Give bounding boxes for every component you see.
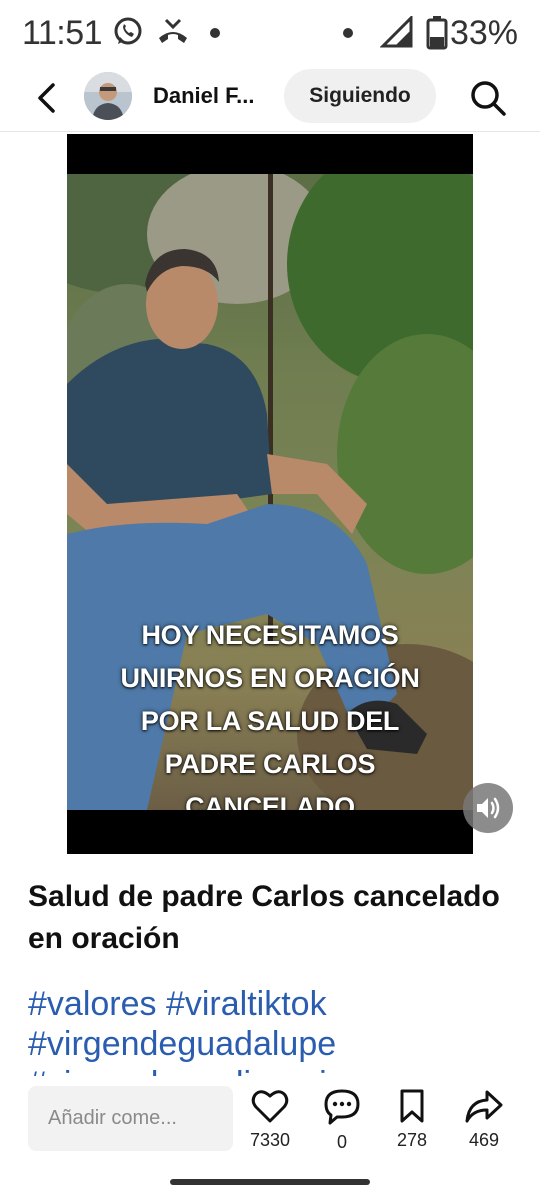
like-button[interactable]: 7330 xyxy=(242,1088,298,1151)
like-count: 7330 xyxy=(249,1130,291,1150)
comment-count: 0 xyxy=(336,1132,347,1152)
dot-icon xyxy=(209,26,221,44)
hashtag-link[interactable]: #virgendeguadalupe xyxy=(28,1024,528,1064)
dot-icon xyxy=(342,26,354,44)
comment-button[interactable]: 0 xyxy=(314,1088,370,1153)
heart-icon xyxy=(251,1090,289,1123)
whatsapp-icon xyxy=(112,16,144,53)
battery-level: 33% xyxy=(449,14,518,52)
overlay-line: HOY NECESITAMOS xyxy=(141,620,399,650)
overlay-line: POR LA SALUD DEL xyxy=(140,706,400,736)
post-title: Salud de padre Carlos cancelado en oraci… xyxy=(28,880,500,955)
share-count: 469 xyxy=(468,1130,500,1150)
share-icon xyxy=(465,1090,503,1123)
chevron-left-icon xyxy=(38,83,55,113)
bottom-action-bar: Añadir come... 7330 0 278 469 xyxy=(0,1076,540,1200)
overlay-line: PADRE CARLOS xyxy=(164,749,376,779)
video-player[interactable]: HOY NECESITAMOS UNIRNOS EN ORACIÓN POR L… xyxy=(67,134,473,854)
comment-icon xyxy=(324,1089,360,1125)
overlay-line: UNIRNOS EN ORACIÓN xyxy=(120,663,420,693)
share-button[interactable]: 469 xyxy=(456,1088,512,1151)
avatar[interactable] xyxy=(84,72,132,120)
home-indicator[interactable] xyxy=(170,1179,370,1185)
status-bar: 11:51 33% xyxy=(0,0,540,66)
hashtag-link[interactable]: #virgendemedjugorje xyxy=(28,1064,346,1076)
search-button[interactable] xyxy=(468,78,508,118)
mute-button[interactable] xyxy=(463,783,513,833)
hashtag-link[interactable]: #valores #viraltiktok xyxy=(28,984,528,1024)
save-count: 278 xyxy=(396,1130,428,1150)
bookmark-icon xyxy=(400,1089,424,1123)
volume-icon xyxy=(477,797,500,819)
hashtags: #valores #viraltiktok #virgendeguadalupe… xyxy=(28,984,528,1076)
following-button[interactable]: Siguiendo xyxy=(284,69,436,123)
profile-header: Daniel F... Siguiendo xyxy=(0,66,540,132)
video-overlay-text: HOY NECESITAMOS UNIRNOS EN ORACIÓN POR L… xyxy=(67,614,473,810)
signal-icon xyxy=(379,14,414,53)
back-button[interactable] xyxy=(30,80,66,116)
status-time: 11:51 xyxy=(22,14,103,52)
missed-call-icon xyxy=(156,16,190,53)
battery-icon xyxy=(426,16,448,55)
author-name[interactable]: Daniel F... xyxy=(153,83,254,109)
save-button[interactable]: 278 xyxy=(384,1088,440,1151)
video-frame: HOY NECESITAMOS UNIRNOS EN ORACIÓN POR L… xyxy=(67,174,473,810)
overlay-line: CANCELADO xyxy=(185,792,355,810)
comment-input[interactable]: Añadir come... xyxy=(28,1086,233,1151)
search-icon xyxy=(471,81,506,116)
